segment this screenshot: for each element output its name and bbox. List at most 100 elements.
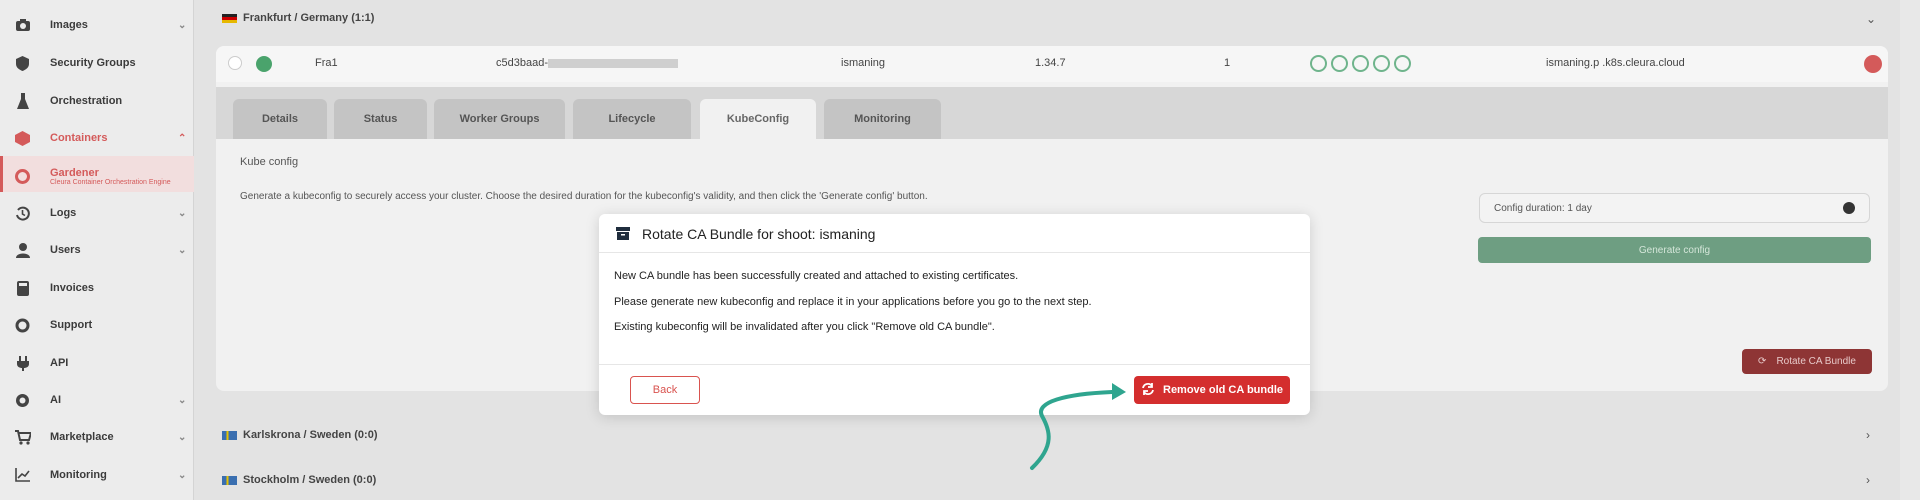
shoot-version: 1.34.7 bbox=[1035, 57, 1066, 69]
tab-monitoring[interactable]: Monitoring bbox=[824, 99, 941, 139]
sidebar-item-label: Monitoring bbox=[50, 469, 107, 481]
region-stockholm[interactable]: Stockholm / Sweden (0:0) bbox=[222, 474, 376, 486]
modal-title: Rotate CA Bundle for shoot: ismaning bbox=[642, 226, 876, 242]
shoot-uid: c5d3baad- bbox=[496, 57, 678, 69]
scrollbar[interactable] bbox=[1900, 0, 1920, 500]
sidebar-item-label: AI bbox=[50, 394, 61, 406]
sidebar-item-label: Logs bbox=[50, 207, 77, 219]
button-label: Back bbox=[652, 384, 678, 396]
delete-icon[interactable] bbox=[1864, 55, 1882, 73]
sidebar-item-monitoring[interactable]: Monitoring ⌄ bbox=[0, 461, 194, 489]
region-label: Stockholm / Sweden (0:0) bbox=[243, 474, 377, 486]
sidebar-item-invoices[interactable]: Invoices bbox=[0, 274, 194, 302]
sidebar-item-label: Users bbox=[50, 244, 81, 256]
button-label: Remove old CA bundle bbox=[1163, 384, 1283, 396]
annotation-arrow-icon bbox=[1030, 383, 1126, 470]
chart-icon bbox=[14, 467, 31, 484]
modal-line: Existing kubeconfig will be invalidated … bbox=[614, 321, 995, 333]
generate-config-button[interactable]: Generate config bbox=[1478, 237, 1871, 263]
sidebar-item-security-groups[interactable]: Security Groups bbox=[0, 49, 194, 77]
sweden-flag-icon bbox=[222, 475, 237, 485]
region-label: Karlskrona / Sweden (0:0) bbox=[243, 429, 378, 441]
region-label: Frankfurt / Germany (1:1) bbox=[243, 12, 375, 24]
region-karlskrona[interactable]: Karlskrona / Sweden (0:0) bbox=[222, 429, 378, 441]
chevron-down-icon: ⌄ bbox=[178, 19, 187, 31]
section-description: Generate a kubeconfig to securely access… bbox=[240, 191, 928, 202]
box-icon bbox=[14, 130, 31, 147]
sidebar-item-label: Gardener bbox=[50, 167, 99, 179]
back-button[interactable]: Back bbox=[630, 376, 700, 404]
sidebar-item-gardener[interactable]: Gardener Cleura Container Orchestration … bbox=[0, 160, 194, 192]
sidebar-item-label: Support bbox=[50, 319, 93, 331]
row-checkbox[interactable] bbox=[228, 56, 242, 70]
sidebar-item-label: Images bbox=[50, 19, 88, 31]
tab-lifecycle[interactable]: Lifecycle bbox=[573, 99, 691, 139]
user-icon bbox=[14, 242, 31, 259]
chevron-right-icon[interactable]: › bbox=[1866, 473, 1870, 487]
addon-icon bbox=[1373, 55, 1390, 72]
shield-icon bbox=[14, 55, 31, 72]
history-icon bbox=[14, 205, 31, 222]
sidebar-item-ai[interactable]: AI ⌄ bbox=[0, 386, 194, 414]
sidebar-item-sublabel: Cleura Container Orchestration Engine bbox=[50, 179, 171, 186]
sidebar-item-marketplace[interactable]: Marketplace ⌄ bbox=[0, 423, 194, 451]
region-frankfurt[interactable]: Frankfurt / Germany (1:1) bbox=[222, 12, 374, 24]
chevron-down-icon: ⌄ bbox=[178, 244, 187, 256]
sidebar-item-label: API bbox=[50, 357, 69, 369]
remove-old-ca-bundle-button[interactable]: Remove old CA bundle bbox=[1134, 376, 1290, 404]
status-ok-icon bbox=[256, 56, 272, 72]
tab-worker-groups[interactable]: Worker Groups bbox=[434, 99, 565, 139]
worker-count: 1 bbox=[1224, 57, 1231, 69]
redacted-block bbox=[548, 58, 678, 68]
flask-icon bbox=[14, 93, 31, 110]
sidebar: Images ⌄ Security Groups Orchestration C… bbox=[0, 0, 194, 500]
cart-icon bbox=[14, 429, 31, 446]
sidebar-item-label: Invoices bbox=[50, 282, 95, 294]
tab-bar: Details Status Worker Groups Lifecycle K… bbox=[216, 87, 1888, 139]
shoot-row[interactable]: Fra1 c5d3baad- ismaning 1.34.7 1 ismanin… bbox=[216, 46, 1888, 82]
sidebar-item-images[interactable]: Images ⌄ bbox=[0, 11, 194, 39]
sidebar-item-logs[interactable]: Logs ⌄ bbox=[0, 199, 194, 227]
sidebar-item-api[interactable]: API bbox=[0, 349, 194, 377]
germany-flag-icon bbox=[222, 13, 237, 23]
shoot-endpoint: ismaning.p .k8s.cleura.cloud bbox=[1546, 57, 1685, 69]
sidebar-item-label: Security Groups bbox=[50, 57, 136, 69]
tab-status[interactable]: Status bbox=[334, 99, 427, 139]
button-label: Rotate CA Bundle bbox=[1776, 356, 1856, 367]
chevron-down-icon[interactable]: ⌄ bbox=[1866, 12, 1876, 26]
addon-icons bbox=[1310, 55, 1415, 72]
tab-kubeconfig[interactable]: KubeConfig bbox=[700, 99, 816, 139]
sweden-flag-icon bbox=[222, 430, 237, 440]
config-duration-select[interactable]: Config duration: 1 day bbox=[1479, 193, 1870, 223]
addon-icon bbox=[1352, 55, 1369, 72]
refresh-icon: ⟳ bbox=[1758, 356, 1767, 367]
target-icon bbox=[14, 168, 31, 185]
sidebar-item-label: Orchestration bbox=[50, 95, 123, 107]
tab-details[interactable]: Details bbox=[233, 99, 327, 139]
chevron-right-icon[interactable]: › bbox=[1866, 428, 1870, 442]
sidebar-item-users[interactable]: Users ⌄ bbox=[0, 236, 194, 264]
addon-icon bbox=[1331, 55, 1348, 72]
section-heading: Kube config bbox=[240, 156, 299, 168]
chevron-down-icon bbox=[1843, 202, 1855, 214]
sidebar-item-label: Marketplace bbox=[50, 431, 114, 443]
modal-line: Please generate new kubeconfig and repla… bbox=[614, 296, 1092, 308]
button-label: Generate config bbox=[1638, 244, 1711, 256]
sidebar-item-orchestration[interactable]: Orchestration bbox=[0, 87, 194, 115]
sidebar-item-support[interactable]: Support bbox=[0, 311, 194, 339]
chip-icon bbox=[14, 392, 31, 409]
shoot-name: Fra1 bbox=[315, 57, 338, 69]
sidebar-item-label: Containers bbox=[50, 132, 108, 144]
rotate-ca-modal: Rotate CA Bundle for shoot: ismaning New… bbox=[599, 214, 1310, 415]
rotate-ca-bundle-button[interactable]: ⟳ Rotate CA Bundle bbox=[1742, 349, 1872, 374]
camera-icon bbox=[14, 17, 31, 34]
sidebar-item-containers[interactable]: Containers ⌃ bbox=[0, 124, 194, 152]
plug-icon bbox=[14, 355, 31, 372]
lifebuoy-icon bbox=[14, 317, 31, 334]
chevron-down-icon: ⌄ bbox=[178, 207, 187, 219]
modal-line: New CA bundle has been successfully crea… bbox=[614, 270, 1019, 282]
chevron-down-icon: ⌄ bbox=[178, 431, 187, 443]
archive-icon bbox=[616, 227, 630, 245]
uid-text: c5d3baad- bbox=[496, 57, 548, 69]
chevron-down-icon: ⌄ bbox=[178, 394, 187, 406]
